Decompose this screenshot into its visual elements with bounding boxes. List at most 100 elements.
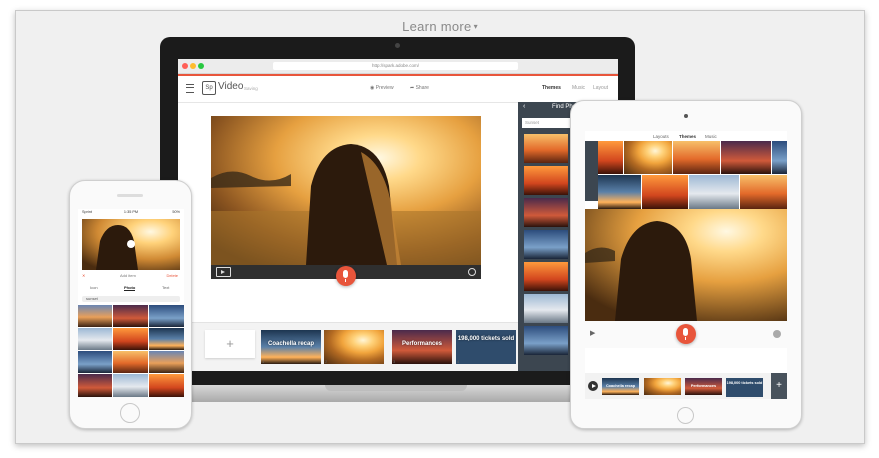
timeline-slide[interactable]: Performances [685, 378, 722, 395]
photo-tile[interactable] [78, 351, 112, 373]
add-slide-button[interactable]: + [205, 330, 255, 358]
app-title: Video [218, 81, 244, 92]
eye-icon: ◉ [370, 85, 375, 91]
add-media-icon[interactable] [127, 240, 135, 248]
sunset-girl-photo [211, 116, 481, 265]
laptop: http://spark.adobe.com/ Sp Video Saving … [160, 37, 635, 389]
phone: Sprint 1:35 PM 50% ✕ Add item Delete Ico… [69, 180, 192, 429]
timeline-slide[interactable]: Coachella recap 1 [261, 330, 321, 364]
timeline-slide[interactable]: Coachella recap [602, 378, 639, 395]
share-label: Share [415, 85, 429, 91]
timeline-slide[interactable]: 198,000 tickets sold [726, 378, 763, 397]
carrier: Sprint [82, 210, 92, 214]
tab-music[interactable]: Music [572, 85, 585, 91]
photo-result[interactable] [524, 166, 568, 195]
browser-bar: http://spark.adobe.com/ [178, 59, 618, 74]
photo-search-input[interactable]: Sunset [522, 118, 575, 128]
sunset-girl-photo [585, 209, 787, 321]
photo-tile[interactable] [624, 141, 672, 174]
photo-tile[interactable] [78, 305, 112, 327]
status-time: 1:35 PM [123, 210, 139, 214]
play-button[interactable] [588, 381, 598, 391]
delete-button[interactable]: Delete [166, 273, 178, 278]
camera-icon [395, 43, 400, 48]
hamburger-menu-icon[interactable] [186, 84, 194, 93]
record-indicator-icon [468, 268, 476, 276]
minimize-window-icon[interactable] [190, 63, 196, 69]
share-icon: ➦ [410, 85, 415, 91]
tab-text[interactable]: Text [162, 285, 169, 290]
timeline-slide[interactable]: 198,000 tickets sold 4 [456, 330, 516, 364]
timeline-slide[interactable]: 2 [324, 330, 384, 364]
timeline-slide[interactable] [644, 378, 681, 395]
photo-result[interactable] [524, 294, 568, 323]
photo-result[interactable] [524, 326, 568, 355]
slide-number: 4 [457, 359, 460, 364]
photo-result[interactable] [524, 198, 568, 227]
photo-tile[interactable] [598, 175, 641, 209]
photo-search-input[interactable]: sunset [82, 296, 180, 302]
tab-icon[interactable]: Icon [90, 285, 98, 290]
play-button[interactable] [216, 267, 231, 277]
sidebar-panel [585, 141, 598, 201]
slide-number: 2 [325, 359, 328, 364]
timeline-slide[interactable]: Performances 3 [392, 330, 452, 364]
photo-tile[interactable] [740, 175, 787, 209]
preview-button[interactable]: ◉ Preview [370, 85, 394, 91]
app-header: Sp Video Saving ◉ Preview ➦ Share Themes… [178, 76, 618, 103]
photo-tile[interactable] [149, 374, 184, 397]
home-button[interactable] [677, 407, 694, 424]
photo-grid [78, 305, 184, 397]
settings-icon[interactable] [773, 330, 781, 338]
close-window-icon[interactable] [182, 63, 188, 69]
record-voice-button[interactable] [676, 324, 696, 344]
slide-caption: Performances [401, 341, 443, 347]
speaker [117, 194, 143, 197]
record-voice-button[interactable] [336, 266, 356, 286]
photo-tile[interactable] [772, 141, 787, 174]
phone-screen: Sprint 1:35 PM 50% ✕ Add item Delete Ico… [78, 209, 184, 397]
slide-number: 1 [262, 359, 265, 364]
photo-tile[interactable] [78, 328, 112, 350]
tab-music[interactable]: Music [705, 134, 717, 139]
add-slide-button[interactable]: + [771, 373, 787, 399]
learn-more-link[interactable]: Learn more ▾ [16, 19, 864, 34]
photo-tile[interactable] [689, 175, 739, 209]
slide-caption: 198,000 tickets sold [457, 336, 515, 342]
photo-tile[interactable] [149, 328, 184, 350]
photo-tile[interactable] [78, 374, 112, 397]
home-button[interactable] [120, 403, 140, 423]
photo-tile[interactable] [673, 141, 720, 174]
photo-result[interactable] [524, 230, 568, 259]
photo-tile[interactable] [113, 305, 148, 327]
photo-tile[interactable] [598, 141, 623, 174]
photo-tile[interactable] [149, 351, 184, 373]
slide-timeline: + Coachella recap 1 2 Performances 3 198… [178, 322, 518, 371]
tab-layouts[interactable]: Layouts [653, 134, 669, 139]
play-icon[interactable]: ▶ [590, 329, 595, 337]
photo-result[interactable] [524, 134, 568, 163]
tablet: Layouts Themes Music ▶ Coachella recap P… [570, 100, 802, 429]
laptop-screen: http://spark.adobe.com/ Sp Video Saving … [178, 59, 618, 371]
tab-themes[interactable]: Themes [542, 85, 561, 91]
photo-result[interactable] [524, 262, 568, 291]
photo-tile[interactable] [642, 175, 688, 209]
photo-tile[interactable] [149, 305, 184, 327]
maximize-window-icon[interactable] [198, 63, 204, 69]
photo-tile[interactable] [113, 328, 148, 350]
cancel-icon[interactable]: ✕ [82, 273, 85, 278]
photo-tile[interactable] [113, 374, 148, 397]
item-type-tabs: Icon Photo Text [82, 285, 180, 293]
learn-more-label: Learn more [402, 19, 472, 34]
caret-down-icon: ▾ [473, 22, 478, 31]
slide-caption: Coachella recap [267, 341, 315, 347]
camera-icon [684, 114, 688, 118]
tab-layout[interactable]: Layout [593, 85, 608, 91]
photo-tile[interactable] [721, 141, 771, 174]
tablet-screen: Layouts Themes Music ▶ Coachella recap P… [585, 131, 787, 399]
address-bar[interactable]: http://spark.adobe.com/ [273, 62, 518, 70]
tab-photo[interactable]: Photo [124, 285, 136, 291]
tab-themes[interactable]: Themes [679, 134, 696, 139]
photo-tile[interactable] [113, 351, 148, 373]
share-button[interactable]: ➦ Share [410, 85, 429, 91]
